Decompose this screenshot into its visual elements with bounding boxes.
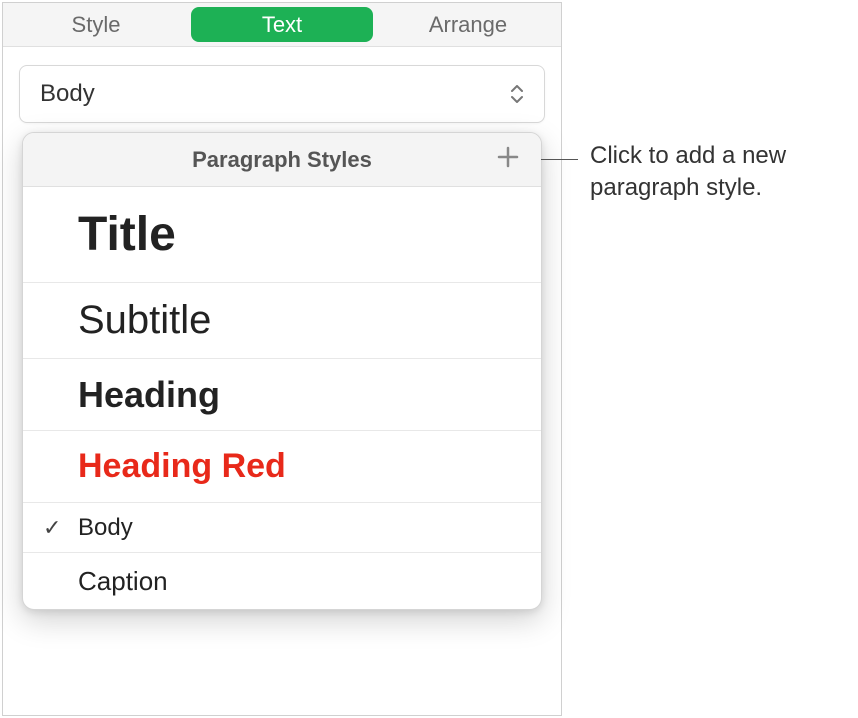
style-option-title[interactable]: Title (23, 187, 541, 283)
dropdown-selected-label: Body (40, 80, 95, 108)
paragraph-style-list: Title Subtitle Heading Heading Red ✓ Bod… (23, 187, 541, 609)
tab-text[interactable]: Text (191, 7, 373, 42)
style-option-subtitle[interactable]: Subtitle (23, 283, 541, 359)
popover-header: Paragraph Styles (23, 133, 541, 187)
inspector-tabs: Style Text Arrange (3, 3, 561, 47)
style-option-label: Heading Red (78, 447, 286, 486)
paragraph-style-dropdown-wrap: Body (3, 47, 561, 123)
plus-icon (497, 146, 519, 174)
style-option-caption[interactable]: Caption (23, 553, 541, 609)
style-option-label: Title (78, 207, 176, 262)
paragraph-style-dropdown[interactable]: Body (19, 65, 545, 123)
style-option-label: Caption (78, 566, 168, 597)
style-option-body[interactable]: ✓ Body (23, 503, 541, 553)
popover-title: Paragraph Styles (192, 147, 372, 173)
checkmark-icon: ✓ (43, 515, 61, 541)
add-paragraph-style-button[interactable] (493, 145, 523, 175)
tab-arrange[interactable]: Arrange (377, 7, 559, 42)
chevron-up-down-icon (510, 85, 524, 103)
style-option-heading-red[interactable]: Heading Red (23, 431, 541, 503)
callout-annotation: Click to add a new paragraph style. (590, 140, 850, 205)
tab-style[interactable]: Style (5, 7, 187, 42)
paragraph-styles-popover: Paragraph Styles Title Subtitle Heading … (22, 132, 542, 610)
style-option-label: Body (78, 514, 133, 542)
style-option-heading[interactable]: Heading (23, 359, 541, 431)
style-option-label: Heading (78, 374, 220, 416)
style-option-label: Subtitle (78, 298, 211, 343)
